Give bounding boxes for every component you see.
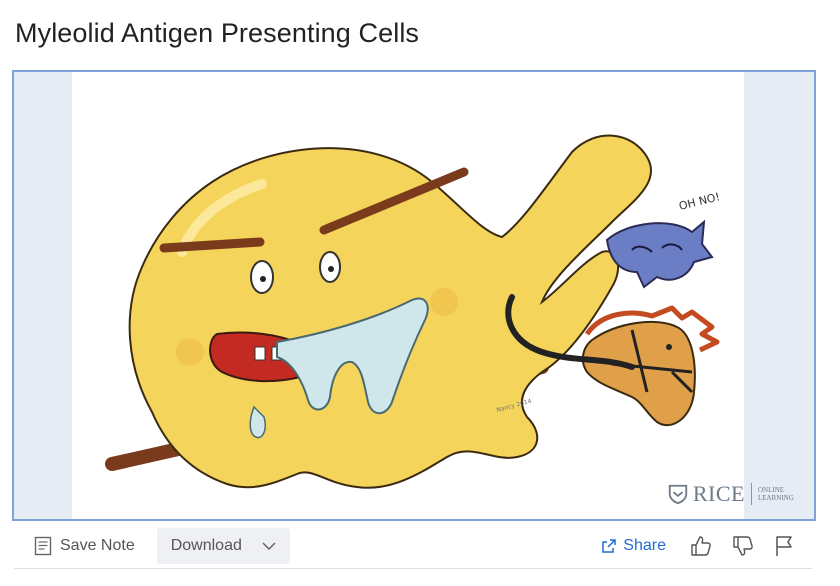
download-label: Download (170, 537, 242, 554)
left-eyebrow (159, 237, 265, 253)
share-label: Share (623, 537, 666, 554)
thumbs-down-icon (733, 536, 753, 556)
macrophage-cartoon-image: OH NO! Nancy 2014 (105, 134, 722, 489)
video-illustration: OH NO! Nancy 2014 (72, 72, 744, 519)
page-title: Myleolid Antigen Presenting Cells (15, 18, 420, 48)
chevron-down-icon (262, 542, 276, 550)
flag-icon (776, 536, 792, 556)
watermark-name: RICE (692, 481, 745, 506)
download-dropdown[interactable]: Download (156, 528, 290, 564)
save-note-button[interactable]: Save Note (34, 536, 135, 556)
video-player[interactable]: OH NO! Nancy 2014 RICE ONLINE LEARNING (12, 70, 816, 521)
thumbs-up-icon (691, 536, 711, 556)
video-toolbar: Save Note Download Share (14, 524, 812, 569)
share-icon (602, 539, 617, 553)
watermark-subtitle: ONLINE LEARNING (758, 486, 794, 502)
horse-head (581, 320, 696, 427)
flag-button[interactable] (774, 535, 794, 557)
watermark-divider (751, 483, 752, 505)
rice-owl-shield-icon (668, 484, 688, 505)
like-button[interactable] (690, 535, 712, 557)
oh-no-text: OH NO! (678, 190, 722, 213)
blue-creature (605, 219, 714, 289)
dislike-button[interactable] (732, 535, 754, 557)
share-button[interactable]: Share (601, 537, 666, 555)
save-note-label: Save Note (60, 537, 135, 554)
note-icon (34, 536, 52, 556)
rice-watermark: RICE ONLINE LEARNING (667, 481, 802, 507)
